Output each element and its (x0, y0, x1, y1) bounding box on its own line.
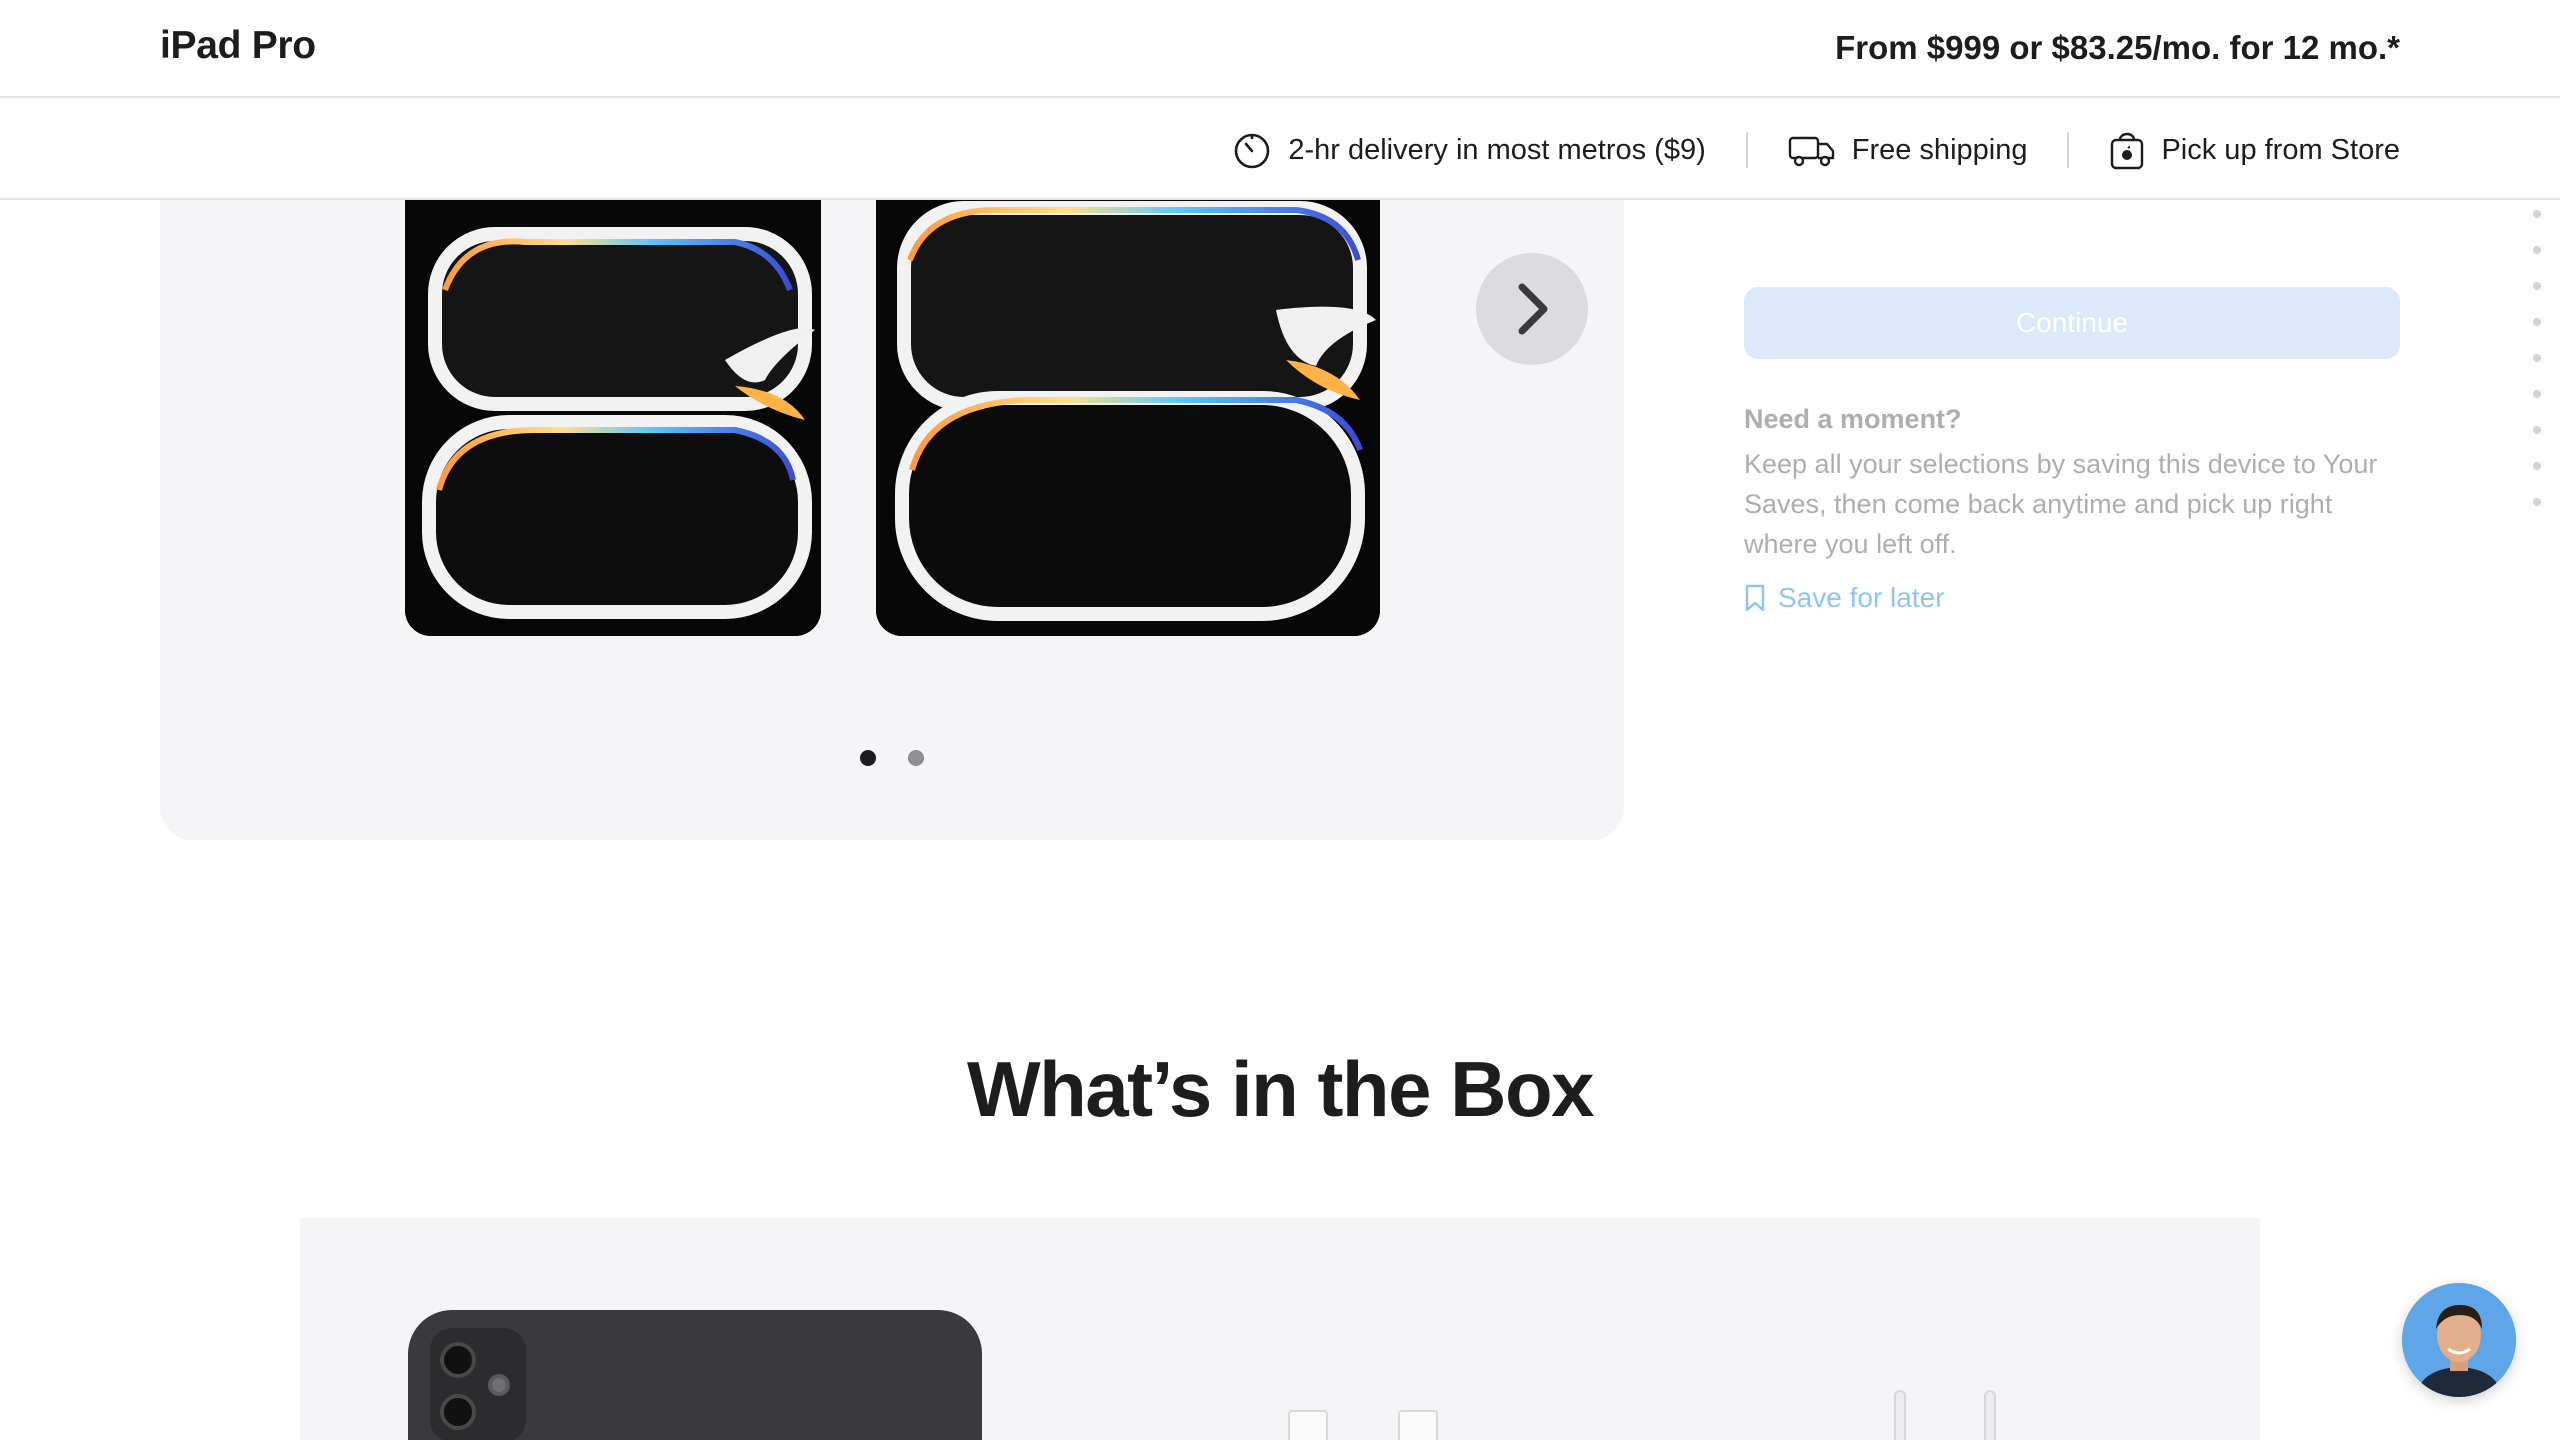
chevron-right-icon (1518, 283, 1548, 335)
continue-button[interactable]: Continue (1744, 287, 2400, 359)
section-dot[interactable] (2533, 282, 2541, 290)
camera-flash (488, 1374, 510, 1396)
delivery-option-2hr-label: 2-hr delivery in most metros ($9) (1288, 133, 1706, 166)
store-bag-icon (2111, 132, 2144, 170)
camera-lens (440, 1394, 476, 1430)
save-for-later-label: Save for later (1778, 582, 1945, 613)
section-index-dots (2533, 210, 2541, 534)
gallery-pagination (860, 750, 956, 766)
need-moment-title: Need a moment? (1744, 404, 1962, 434)
divider (1745, 132, 1748, 168)
product-gallery (160, 200, 1624, 840)
clock-icon (1235, 133, 1270, 169)
section-dot[interactable] (2533, 390, 2541, 398)
section-dot[interactable] (2533, 354, 2541, 362)
whats-in-the-box-heading: What’s in the Box (967, 1045, 1594, 1133)
ipad-front-image-large (876, 200, 1380, 636)
usb-c-cable-image (1398, 1410, 1438, 1440)
section-dot[interactable] (2533, 426, 2541, 434)
divider (2067, 132, 2070, 168)
gallery-dot-1[interactable] (860, 750, 876, 766)
gallery-dot-2[interactable] (908, 750, 924, 766)
gallery-next-button[interactable] (1476, 253, 1588, 365)
delivery-option-pickup-label: Pick up from Store (2161, 133, 2400, 166)
camera-lens (440, 1342, 476, 1378)
section-dot[interactable] (2533, 498, 2541, 506)
delivery-option-shipping: Free shipping (1788, 132, 2028, 168)
truck-icon (1788, 136, 1834, 167)
box-contents-panel (300, 1218, 2260, 1440)
section-dot[interactable] (2533, 246, 2541, 254)
specialist-portrait-icon (2402, 1283, 2516, 1397)
delivery-option-2hr: 2-hr delivery in most metros ($9) (1232, 130, 1706, 170)
usb-c-cable-image (1288, 1410, 1328, 1440)
delivery-option-shipping-label: Free shipping (1851, 133, 2028, 166)
product-header: iPad Pro From $999 or $83.25/mo. for 12 … (0, 0, 2560, 98)
section-dot[interactable] (2533, 318, 2541, 326)
product-title: iPad Pro (160, 24, 316, 67)
bookmark-icon (1745, 584, 1765, 612)
accessory-image (1894, 1390, 1906, 1440)
delivery-options-bar: 2-hr delivery in most metros ($9) Free s… (0, 100, 2560, 200)
chat-specialist-avatar[interactable] (2402, 1283, 2516, 1397)
accessory-image (1984, 1390, 1996, 1440)
save-for-later-link[interactable]: Save for later (1744, 582, 1945, 614)
ipad-back-image (408, 1310, 982, 1440)
section-dot[interactable] (2533, 210, 2541, 218)
price-summary: From $999 or $83.25/mo. for 12 mo.* (1835, 29, 2400, 66)
camera-bump (430, 1328, 526, 1440)
section-dot[interactable] (2533, 462, 2541, 470)
ipad-front-image-small (405, 200, 821, 636)
delivery-option-pickup: Pick up from Store (2109, 129, 2400, 171)
need-moment-body: Keep all your selections by saving this … (1744, 449, 2378, 559)
